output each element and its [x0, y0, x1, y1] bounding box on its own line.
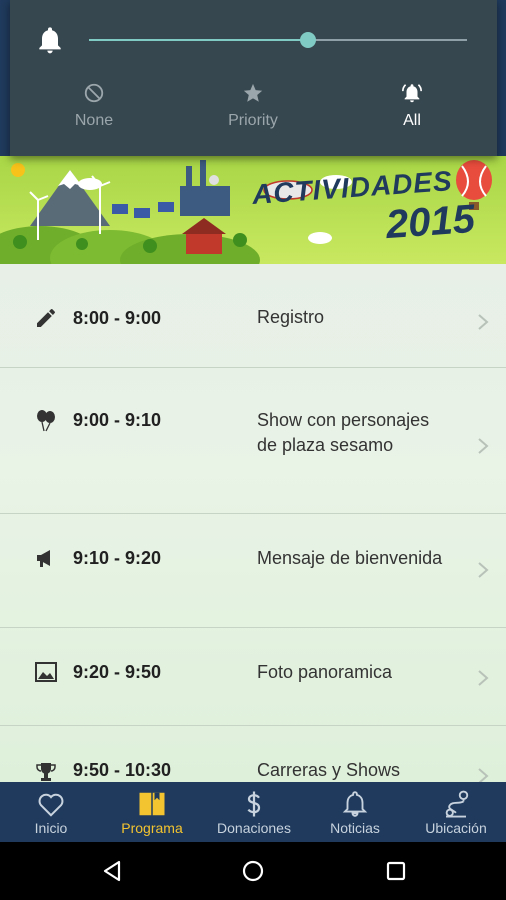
nav-ubicacion[interactable]: Ubicación [406, 782, 506, 842]
schedule-title: Carreras y Shows [257, 760, 401, 780]
home-icon[interactable] [241, 859, 265, 883]
mode-priority-label: Priority [228, 112, 278, 129]
nav-noticias-label: Noticias [330, 820, 380, 836]
schedule-row[interactable]: 9:00 - 9:10 Show con personajes de plaza… [0, 368, 506, 514]
schedule-time: 9:00 - 9:10 [73, 410, 162, 430]
schedule-time: 8:00 - 9:00 [73, 308, 162, 328]
recents-icon[interactable] [384, 859, 408, 883]
back-icon[interactable] [100, 859, 124, 883]
chevron-right-icon [478, 562, 489, 578]
block-icon [84, 83, 104, 103]
mode-none-button[interactable]: None [34, 82, 154, 130]
activities-banner: ACTIVIDADES 2015 [0, 156, 506, 264]
megaphone-icon [37, 550, 50, 567]
schedule-list: 8:00 - 9:00 Registro 9:00 - 9:10 Show co… [0, 264, 506, 782]
schedule-time: 9:10 - 9:20 [73, 548, 162, 568]
chevron-right-icon [478, 768, 489, 782]
volume-slider-fill [89, 39, 309, 41]
schedule-title: Mensaje de bienvenida [257, 548, 443, 568]
nav-programa-label: Programa [121, 820, 183, 836]
nav-inicio[interactable]: Inicio [1, 782, 101, 842]
nav-programa[interactable]: Programa [102, 782, 202, 842]
nav-donaciones-label: Donaciones [217, 820, 291, 836]
chevron-right-icon [478, 314, 489, 330]
map-pin-icon [445, 790, 469, 818]
star-icon [243, 83, 263, 102]
heart-icon [38, 793, 64, 817]
chevron-right-icon [478, 438, 489, 454]
book-icon [139, 792, 165, 816]
bell-ringing-icon [402, 84, 422, 103]
mode-priority-button[interactable]: Priority [193, 82, 313, 130]
schedule-row[interactable]: 9:20 - 9:50 Foto panoramica [0, 628, 506, 726]
bell-icon [342, 791, 368, 817]
mode-none-label: None [74, 112, 114, 129]
notification-shade: None Priority All [10, 0, 497, 156]
schedule-row[interactable]: 8:00 - 9:00 Registro [0, 264, 506, 368]
volume-slider[interactable] [89, 32, 467, 48]
schedule-time: 9:20 - 9:50 [73, 662, 162, 682]
nav-noticias[interactable]: Noticias [305, 782, 405, 842]
balloons-icon [37, 410, 55, 432]
schedule-row[interactable]: 9:50 - 10:30 Carreras y Shows [0, 726, 506, 782]
chevron-right-icon [478, 670, 489, 686]
schedule-title: Registro [257, 307, 325, 327]
schedule-title: Foto panoramica [257, 662, 393, 682]
schedule-title: Show con personajes de plaza sesamo [257, 410, 430, 455]
mode-all-button[interactable]: All [352, 82, 472, 130]
volume-bell-icon [39, 27, 61, 54]
nav-donaciones[interactable]: Donaciones [204, 782, 304, 842]
volume-slider-thumb[interactable] [300, 32, 317, 48]
banner-year: 2015 [384, 196, 477, 248]
bottom-navigation: Inicio Programa Donaciones Noticias Ubic… [0, 782, 506, 842]
schedule-row[interactable]: 9:10 - 9:20 Mensaje de bienvenida [0, 514, 506, 628]
mode-all-label: All [403, 112, 421, 129]
pencil-icon [37, 309, 55, 327]
image-icon [35, 662, 57, 682]
nav-inicio-label: Inicio [34, 820, 68, 836]
dollar-icon [247, 791, 261, 817]
nav-ubicacion-label: Ubicación [425, 820, 487, 836]
schedule-time: 9:50 - 10:30 [73, 760, 172, 780]
trophy-icon [36, 763, 56, 781]
system-navigation-bar [0, 842, 506, 900]
